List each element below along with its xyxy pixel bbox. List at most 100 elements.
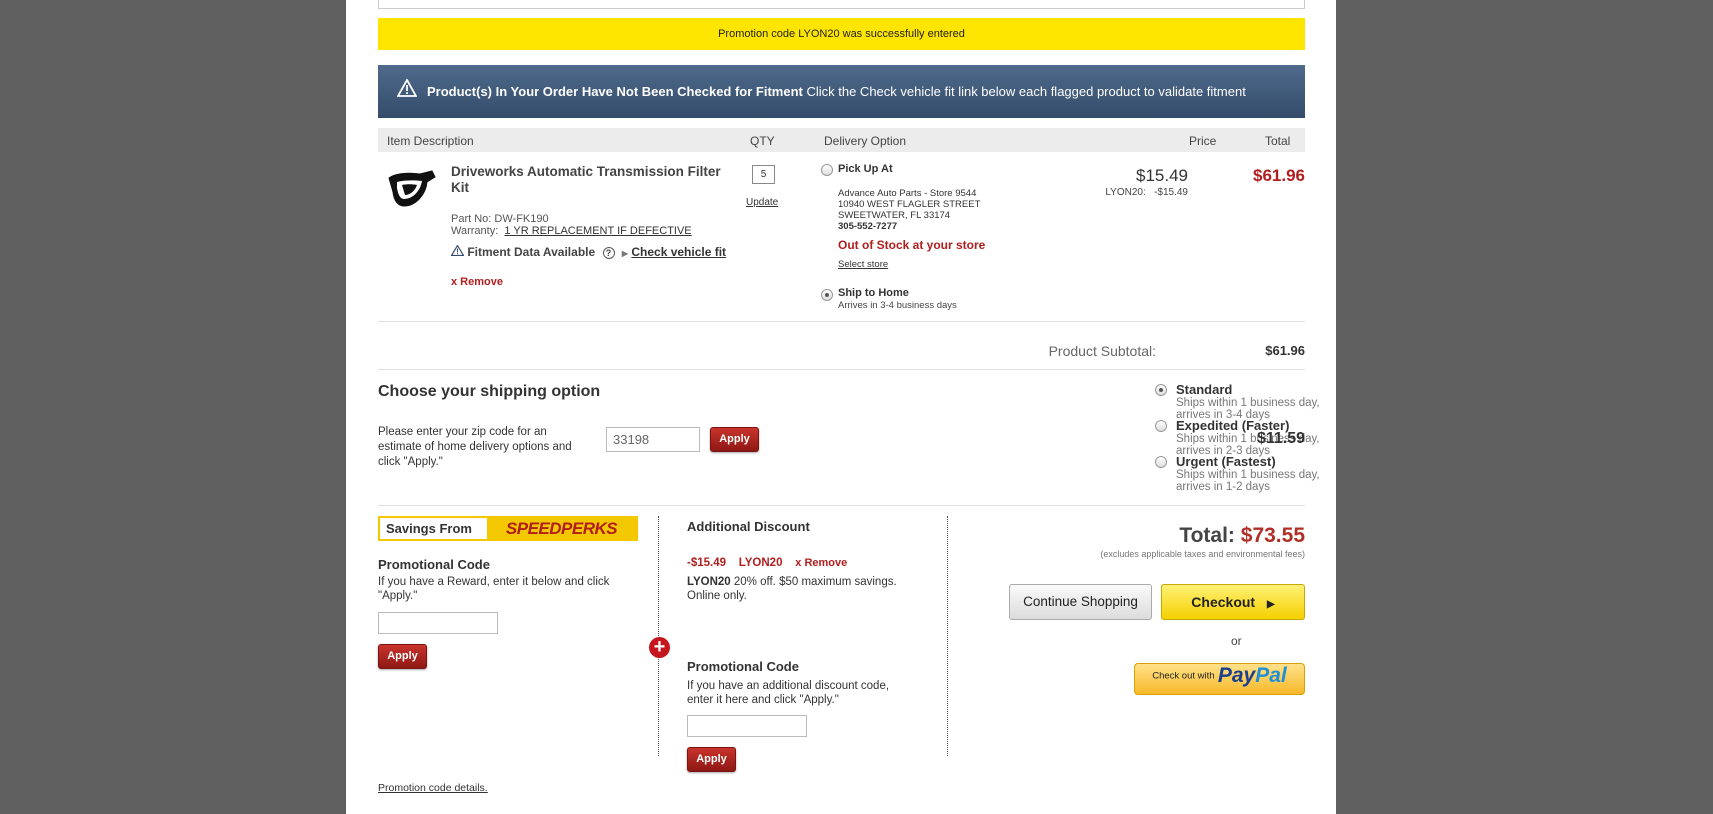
speedperks-badge: Savings From SPEEDPERKS bbox=[378, 516, 638, 541]
header-total: Total bbox=[1265, 134, 1291, 148]
reward-promo-title: Promotional Code bbox=[378, 557, 490, 572]
subtotal-label: Product Subtotal: bbox=[1048, 343, 1156, 359]
additional-promo-title: Promotional Code bbox=[687, 659, 799, 674]
top-box bbox=[378, 0, 1305, 9]
pickup-label: Pick Up At bbox=[838, 163, 893, 175]
additional-apply-button[interactable]: Apply bbox=[687, 747, 736, 772]
play-icon: ▶ bbox=[1266, 599, 1275, 610]
shipping-expedited-radio[interactable] bbox=[1155, 420, 1167, 432]
fitment-label: Fitment Data Available bbox=[467, 245, 596, 259]
divider bbox=[378, 369, 1305, 370]
product-image[interactable] bbox=[386, 168, 438, 216]
shipping-option-standard: Standard Ships within 1 business day, ar… bbox=[1176, 382, 1336, 421]
select-store-link[interactable]: Select store bbox=[838, 259, 888, 270]
grand-total-value: $73.55 bbox=[1240, 524, 1305, 547]
shipping-title: Choose your shipping option bbox=[378, 383, 601, 400]
product-name[interactable]: Driveworks Automatic Transmission Filter… bbox=[451, 164, 741, 196]
or-text: or bbox=[1231, 634, 1242, 648]
reward-code-input[interactable] bbox=[378, 612, 498, 634]
fitment-banner-bold: Product(s) In Your Order Have Not Been C… bbox=[427, 84, 803, 99]
divider bbox=[378, 505, 1305, 506]
shipping-desc: Please enter your zip code for an estima… bbox=[378, 426, 572, 468]
part-number: Part No: DW-FK190 bbox=[451, 213, 549, 225]
shipping-option-name: Standard bbox=[1176, 382, 1233, 397]
discount-desc-text2: Online only. bbox=[687, 590, 747, 602]
unit-price: $15.49 bbox=[1136, 166, 1188, 185]
store-name: Advance Auto Parts - Store 9544 bbox=[838, 188, 977, 199]
store-street: 10940 WEST FLAGLER STREET bbox=[838, 199, 981, 210]
store-phone: 305-552-7277 bbox=[838, 221, 898, 232]
remove-discount-link[interactable]: x Remove bbox=[795, 557, 847, 569]
ship-to-home-radio[interactable] bbox=[821, 289, 833, 301]
shipping-option-name: Urgent (Fastest) bbox=[1176, 454, 1276, 469]
applied-discount-code: LYON20 bbox=[738, 557, 783, 569]
ship-to-home-sub: Arrives in 3-4 business days bbox=[838, 300, 957, 311]
price-discount: LYON20: -$15.49 bbox=[1046, 187, 1188, 198]
subtotal-value: $61.96 bbox=[1265, 343, 1305, 358]
zip-code-input[interactable]: 33198 bbox=[606, 427, 700, 452]
applied-discount-desc: LYON20 20% off. $50 maximum savings. Onl… bbox=[687, 575, 927, 603]
fitment-banner-text: Click the Check vehicle fit link below e… bbox=[802, 84, 1246, 99]
store-city: SWEETWATER, FL 33174 bbox=[838, 210, 951, 221]
remove-product: x Remove bbox=[451, 274, 503, 288]
store-info: Advance Auto Parts - Store 9544 10940 WE… bbox=[838, 188, 980, 232]
plus-icon: + bbox=[649, 637, 670, 658]
fitment-row: Fitment Data Available ? ▶ Check vehicle… bbox=[450, 244, 726, 259]
out-of-stock-text: Out of Stock at your store bbox=[838, 238, 986, 252]
additional-promo-desc: If you have an additional discount code,… bbox=[687, 680, 890, 706]
reward-apply-button[interactable]: Apply bbox=[378, 644, 427, 669]
header-delivery-option: Delivery Option bbox=[824, 134, 907, 148]
header-qty: QTY bbox=[750, 134, 775, 148]
checkout-label: Checkout bbox=[1191, 594, 1256, 610]
qty-input[interactable]: 5 bbox=[752, 165, 775, 184]
warranty-link[interactable]: 1 YR REPLACEMENT IF DEFECTIVE bbox=[504, 225, 691, 237]
update-qty-link[interactable]: Update bbox=[746, 197, 778, 208]
checkout-button[interactable]: Checkout ▶ bbox=[1161, 584, 1305, 620]
warning-icon bbox=[396, 66, 418, 119]
grand-total-note: (excludes applicable taxes and environme… bbox=[1100, 549, 1305, 559]
paypal-small-label: Check out with bbox=[1152, 670, 1215, 682]
paypal-checkout-button[interactable]: Check out with PayPal bbox=[1134, 663, 1305, 695]
zip-apply-button[interactable]: Apply bbox=[710, 427, 759, 452]
discount-code: LYON20: bbox=[1105, 187, 1146, 198]
remove-product-link[interactable]: x Remove bbox=[451, 276, 503, 288]
product-meta: Part No: DW-FK190 Warranty: 1 YR REPLACE… bbox=[451, 213, 692, 237]
cart-page: Promotion code LYON20 was successfully e… bbox=[346, 0, 1336, 814]
discount-amount: -$15.49 bbox=[1154, 187, 1188, 198]
shipping-price: $11.59 bbox=[1256, 430, 1305, 447]
fitment-warning-icon bbox=[450, 244, 465, 259]
ship-to-home-label: Ship to Home bbox=[838, 287, 909, 299]
paypal-logo-pay: Pay bbox=[1217, 664, 1256, 687]
header-item-description: Item Description bbox=[387, 134, 474, 148]
triangle-right-icon: ▶ bbox=[621, 249, 628, 258]
savings-from-label: Savings From bbox=[386, 521, 472, 536]
header-price: Price bbox=[1189, 134, 1217, 148]
shipping-option-sub: Ships within 1 business day, arrives in … bbox=[1176, 469, 1320, 493]
warranty-label: Warranty: bbox=[451, 225, 499, 237]
discount-desc-code: LYON20 bbox=[687, 576, 731, 588]
shipping-option-urgent: Urgent (Fastest) Ships within 1 business… bbox=[1176, 454, 1336, 493]
help-icon[interactable]: ? bbox=[602, 247, 615, 259]
additional-discount-title: Additional Discount bbox=[687, 519, 810, 534]
shipping-standard-radio[interactable] bbox=[1155, 384, 1167, 396]
divider bbox=[378, 321, 1305, 322]
applied-discount-amount: -$15.49 bbox=[687, 557, 727, 569]
speedperks-logo: SPEEDPERKS bbox=[487, 518, 636, 539]
table-header: Item Description QTY Delivery Option Pri… bbox=[378, 128, 1305, 152]
pickup-radio[interactable] bbox=[821, 164, 833, 176]
continue-shopping-button[interactable]: Continue Shopping bbox=[1009, 584, 1152, 620]
reward-promo-desc: If you have a Reward, enter it below and… bbox=[378, 576, 610, 602]
discount-desc-text: 20% off. $50 maximum savings. bbox=[730, 576, 897, 588]
check-vehicle-fit-link[interactable]: Check vehicle fit bbox=[631, 245, 726, 259]
promotion-details-link[interactable]: Promotion code details. bbox=[378, 782, 488, 794]
dotted-divider bbox=[947, 516, 948, 756]
line-total: $61.96 bbox=[1253, 166, 1305, 185]
paypal-logo-pal: Pal bbox=[1255, 664, 1287, 687]
promo-success-banner: Promotion code LYON20 was successfully e… bbox=[378, 18, 1305, 50]
applied-discount-row: -$15.49 LYON20 x Remove bbox=[687, 557, 847, 569]
additional-code-input[interactable] bbox=[687, 715, 807, 737]
grand-total-label: Total: bbox=[1179, 524, 1235, 547]
fitment-banner: Product(s) In Your Order Have Not Been C… bbox=[378, 65, 1305, 118]
grand-total: Total: $73.55 bbox=[1066, 524, 1305, 548]
shipping-urgent-radio[interactable] bbox=[1155, 456, 1167, 468]
